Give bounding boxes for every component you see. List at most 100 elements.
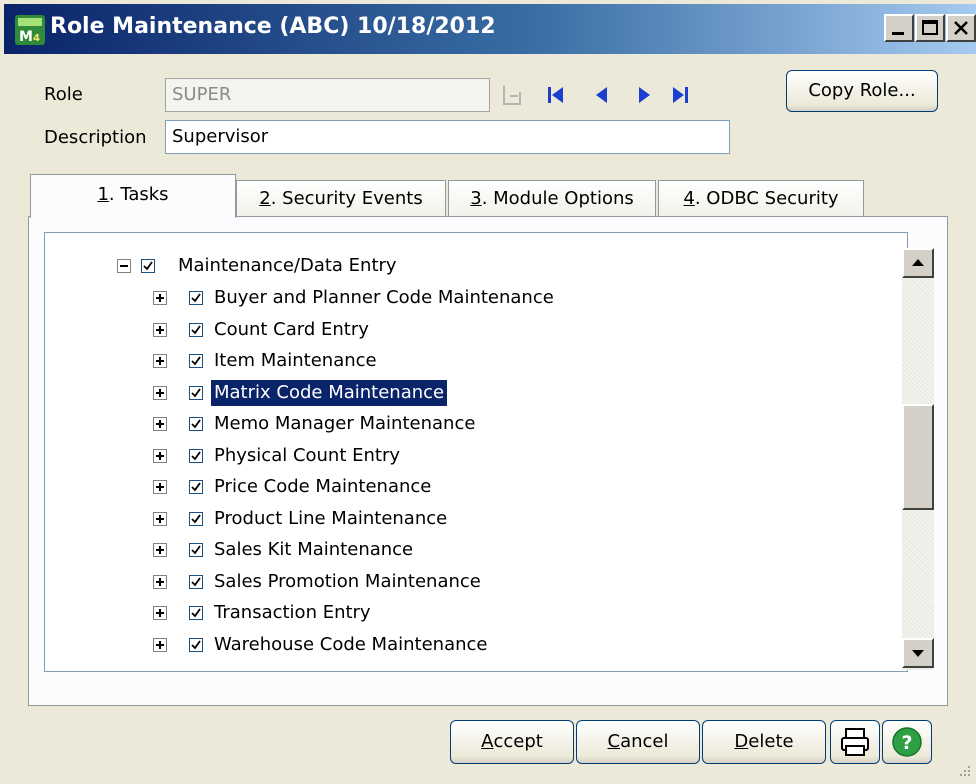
tasks-tree[interactable]: Maintenance/Data Entry Buyer and Planner …	[44, 232, 908, 672]
close-icon	[954, 21, 968, 35]
checkbox-icon[interactable]	[189, 574, 203, 589]
checkbox-icon[interactable]	[189, 511, 203, 526]
tree-node-label[interactable]: Buyer and Planner Code Maintenance	[211, 285, 557, 311]
resize-grip-icon[interactable]	[954, 762, 974, 782]
tab-security-events-label: . Security Events	[270, 188, 423, 209]
expand-icon[interactable]	[153, 417, 167, 431]
tree-node-label[interactable]: Memo Manager Maintenance	[211, 411, 478, 437]
checkbox-icon[interactable]	[189, 637, 203, 652]
first-record-icon[interactable]	[544, 82, 568, 108]
cancel-button-key: C	[607, 731, 621, 752]
tree-node-label[interactable]: Warehouse Code Maintenance	[211, 632, 490, 658]
tree-row-parent[interactable]: Maintenance/Data Entry	[45, 253, 895, 281]
cancel-button[interactable]: Cancel	[576, 720, 700, 764]
tree-node-label[interactable]: Transaction Entry	[211, 600, 374, 626]
maximize-icon	[922, 20, 938, 35]
description-label: Description	[44, 127, 147, 148]
delete-button-label: elete	[748, 731, 794, 752]
app-icon: M 4	[15, 15, 45, 45]
delete-button[interactable]: Delete	[702, 720, 826, 764]
accept-button[interactable]: Accept	[450, 720, 574, 764]
title-bar[interactable]: M 4 Role Maintenance (ABC) 10/18/2012	[4, 4, 976, 54]
tree-node-label[interactable]: Sales Promotion Maintenance	[211, 569, 484, 595]
svg-text:4: 4	[33, 33, 40, 44]
expand-icon[interactable]	[153, 448, 167, 463]
tree-row-child-9[interactable]: Sales Promotion Maintenance	[45, 569, 895, 597]
checkbox-icon[interactable]	[189, 354, 203, 368]
tab-tasks-key: 1	[97, 184, 109, 205]
window-title: Role Maintenance (ABC) 10/18/2012	[50, 14, 496, 39]
checkbox-icon[interactable]	[189, 606, 203, 620]
tree-row-child-4[interactable]: Memo Manager Maintenance	[45, 411, 895, 439]
expand-icon[interactable]	[153, 480, 167, 494]
tab-module-options-key: 3	[470, 188, 482, 209]
tree-node-label[interactable]: Count Card Entry	[211, 317, 372, 343]
printer-icon	[841, 728, 869, 756]
checkbox-icon[interactable]	[189, 448, 203, 463]
copy-role-button-label: Copy Role...	[808, 80, 916, 101]
tree-row-child-1[interactable]: Count Card Entry	[45, 317, 895, 345]
scroll-up-button[interactable]	[902, 248, 934, 278]
copy-role-button[interactable]: Copy Role...	[786, 70, 938, 112]
tree-row-child-8[interactable]: Sales Kit Maintenance	[45, 537, 895, 565]
tree-row-child-2[interactable]: Item Maintenance	[45, 348, 895, 376]
checkbox-icon[interactable]	[189, 543, 203, 557]
tab-security-events[interactable]: 2. Security Events	[236, 180, 446, 216]
lookup-icon[interactable]	[500, 82, 524, 108]
tree-node-label[interactable]: Physical Count Entry	[211, 443, 403, 469]
tree-node-label[interactable]: Item Maintenance	[211, 348, 380, 374]
tree-node-label[interactable]: Maintenance/Data Entry	[175, 253, 400, 279]
minimize-button[interactable]	[884, 14, 914, 42]
expand-icon[interactable]	[153, 543, 167, 557]
role-maintenance-window: M 4 Role Maintenance (ABC) 10/18/2012 Ro…	[0, 0, 976, 784]
tree-row-child-6[interactable]: Price Code Maintenance	[45, 474, 895, 502]
expand-icon[interactable]	[153, 637, 167, 652]
minimize-icon	[892, 32, 904, 35]
next-record-icon[interactable]	[632, 82, 656, 108]
scroll-thumb[interactable]	[902, 404, 934, 510]
scroll-down-button[interactable]	[902, 638, 934, 668]
collapse-icon[interactable]	[117, 259, 131, 273]
accept-button-label: ccept	[493, 731, 543, 752]
role-label: Role	[44, 84, 83, 105]
checkbox-icon[interactable]	[189, 385, 203, 400]
expand-icon[interactable]	[153, 385, 167, 400]
checkbox-icon[interactable]	[141, 259, 155, 273]
tree-node-label[interactable]: Product Line Maintenance	[211, 506, 450, 532]
tab-module-options[interactable]: 3. Module Options	[448, 180, 656, 216]
expand-icon[interactable]	[153, 354, 167, 368]
accept-button-key: A	[481, 731, 494, 752]
last-record-icon[interactable]	[668, 82, 692, 108]
tree-row-child-10[interactable]: Transaction Entry	[45, 600, 895, 628]
tab-odbc-security[interactable]: 4. ODBC Security	[658, 180, 864, 216]
tree-node-label[interactable]: Price Code Maintenance	[211, 474, 434, 500]
print-button[interactable]	[830, 720, 880, 764]
expand-icon[interactable]	[153, 511, 167, 526]
delete-button-key: D	[734, 731, 749, 752]
close-button[interactable]	[946, 14, 976, 42]
checkbox-icon[interactable]	[189, 291, 203, 305]
tab-tasks[interactable]: 1. Tasks	[30, 174, 236, 218]
checkbox-icon[interactable]	[189, 480, 203, 494]
tree-row-child-7[interactable]: Product Line Maintenance	[45, 506, 895, 534]
description-field[interactable]: Supervisor	[165, 120, 730, 154]
expand-icon[interactable]	[153, 322, 167, 337]
maximize-button[interactable]	[915, 14, 945, 42]
tree-row-child-5[interactable]: Physical Count Entry	[45, 443, 895, 471]
tree-row-child-11[interactable]: Warehouse Code Maintenance	[45, 632, 895, 660]
previous-record-icon[interactable]	[590, 82, 614, 108]
help-icon: ?	[892, 727, 922, 757]
checkbox-icon[interactable]	[189, 322, 203, 337]
tree-row-child-0[interactable]: Buyer and Planner Code Maintenance	[45, 285, 895, 313]
tab-tasks-label: . Tasks	[108, 184, 169, 205]
scroll-down-icon	[912, 650, 924, 657]
checkbox-icon[interactable]	[189, 417, 203, 431]
expand-icon[interactable]	[153, 574, 167, 589]
expand-icon[interactable]	[153, 606, 167, 620]
tree-node-label[interactable]: Sales Kit Maintenance	[211, 537, 416, 563]
tree-row-child-3[interactable]: Matrix Code Maintenance	[45, 379, 895, 408]
help-button[interactable]: ?	[882, 720, 932, 764]
tree-node-label[interactable]: Matrix Code Maintenance	[211, 379, 448, 406]
role-field[interactable]: SUPER	[165, 78, 490, 112]
expand-icon[interactable]	[153, 291, 167, 305]
